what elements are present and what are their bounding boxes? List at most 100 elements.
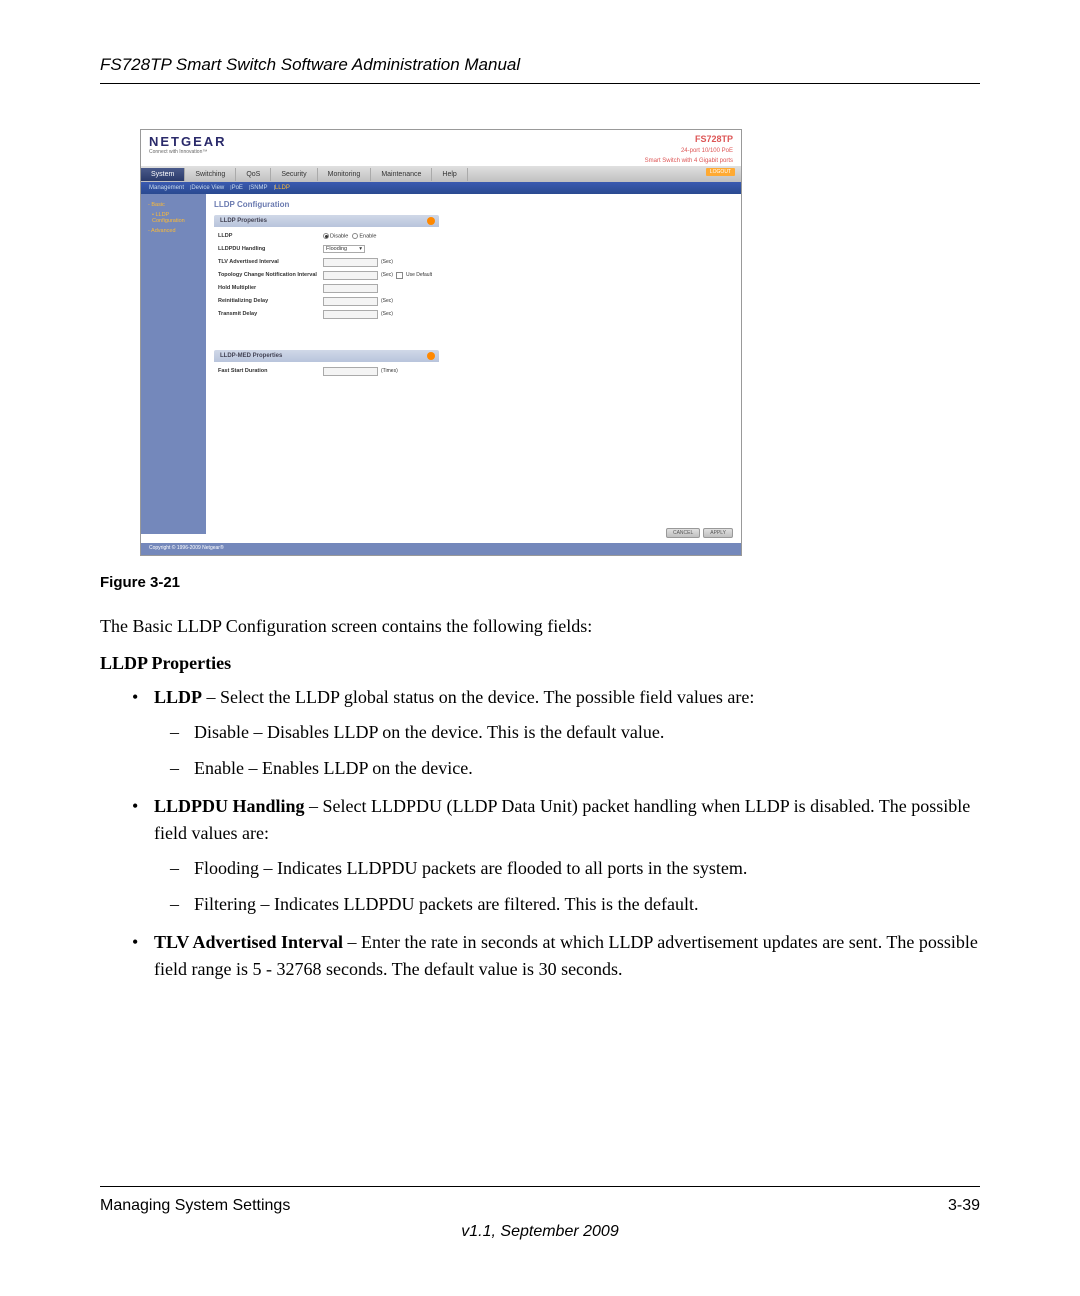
- radio-dot-icon: [352, 233, 358, 239]
- panel-lldp-med-head: LLDP-MED Properties: [214, 350, 439, 362]
- screenshot-figure: NETGEAR Connect with Innovation™ FS728TP…: [140, 129, 742, 556]
- help-icon[interactable]: [427, 352, 435, 360]
- term-tlv: TLV Advertised Interval: [154, 932, 343, 952]
- hold-input[interactable]: [323, 284, 378, 293]
- row-transmit: Transmit Delay (Sec): [218, 309, 470, 319]
- subtab-management[interactable]: Management: [149, 185, 184, 191]
- topology-unit: (Sec): [381, 272, 393, 278]
- radio-dot-icon: [323, 233, 329, 239]
- row-lldp: LLDP Disable Enable: [218, 231, 470, 241]
- footer-section: Managing System Settings: [100, 1197, 290, 1215]
- radio-enable[interactable]: Enable: [352, 233, 376, 239]
- ss-copyright: Copyright © 1996-2009 Netgear®: [141, 543, 741, 555]
- bullet-list: LLDP – Select the LLDP global status on …: [100, 684, 980, 983]
- tab-maintenance[interactable]: Maintenance: [371, 168, 432, 181]
- reinit-unit: (Sec): [381, 298, 393, 304]
- sidebar-lldp-config[interactable]: • LLDP Configuration: [144, 210, 203, 226]
- reinit-label: Reinitializing Delay: [218, 298, 323, 304]
- sub-flooding: Flooding – Indicates LLDPDU packets are …: [154, 855, 980, 883]
- row-hold: Hold Multiplier: [218, 283, 470, 293]
- hold-label: Hold Multiplier: [218, 285, 323, 291]
- header-title: FS728TP Smart Switch Software Administra…: [100, 55, 980, 75]
- sidebar-basic[interactable]: - Basic: [144, 200, 203, 210]
- tab-switching[interactable]: Switching: [185, 168, 236, 181]
- fast-label: Fast Start Duration: [218, 368, 323, 374]
- use-default-checkbox[interactable]: [396, 272, 403, 279]
- sub-enable: Enable – Enables LLDP on the device.: [154, 755, 980, 783]
- topology-label: Topology Change Notification Interval: [218, 272, 323, 278]
- bullet-lldp: LLDP – Select the LLDP global status on …: [100, 684, 980, 783]
- footer-rule: [100, 1186, 980, 1187]
- reinit-input[interactable]: [323, 297, 378, 306]
- panel-lldp-properties-head: LLDP Properties: [214, 215, 439, 227]
- footer-page: 3-39: [948, 1197, 980, 1215]
- use-default-label: Use Default: [406, 272, 432, 278]
- footer-version: v1.1, September 2009: [100, 1223, 980, 1241]
- bullet-tlv: TLV Advertised Interval – Enter the rate…: [100, 929, 980, 983]
- footer-buttons: CANCEL APPLY: [666, 528, 733, 538]
- apply-button[interactable]: APPLY: [703, 528, 733, 538]
- help-icon[interactable]: [427, 217, 435, 225]
- tlv-input[interactable]: [323, 258, 378, 267]
- main-tabs: System Switching QoS Security Monitoring…: [141, 166, 741, 182]
- bullet-handling: LLDPDU Handling – Select LLDPDU (LLDP Da…: [100, 793, 980, 919]
- ss-header: NETGEAR Connect with Innovation™ FS728TP…: [141, 130, 741, 166]
- row-fast-start: Fast Start Duration (Times): [218, 366, 470, 376]
- handling-select[interactable]: Flooding▾: [323, 245, 365, 253]
- radio-disable[interactable]: Disable: [323, 233, 348, 239]
- logout-button[interactable]: LOGOUT: [706, 168, 735, 176]
- panel2-title: LLDP-MED Properties: [220, 353, 282, 359]
- panel2-body: Fast Start Duration (Times): [214, 362, 474, 387]
- fast-input[interactable]: [323, 367, 378, 376]
- term-handling: LLDPDU Handling: [154, 796, 305, 816]
- ss-body: - Basic • LLDP Configuration - Advanced …: [141, 194, 741, 534]
- tlv-unit: (Sec): [381, 259, 393, 265]
- sub-tabs: Management | Device View | PoE | SNMP | …: [141, 182, 741, 194]
- tab-system[interactable]: System: [141, 168, 185, 181]
- tlv-label: TLV Advertised Interval: [218, 259, 323, 265]
- model-sub2: Smart Switch with 4 Gigabit ports: [645, 158, 733, 164]
- handling-label: LLDPDU Handling: [218, 246, 323, 252]
- tab-monitoring[interactable]: Monitoring: [318, 168, 372, 181]
- tab-help[interactable]: Help: [432, 168, 467, 181]
- row-tlv: TLV Advertised Interval (Sec): [218, 257, 470, 267]
- config-page-title: LLDP Configuration: [214, 200, 733, 209]
- figure-caption: Figure 3-21: [100, 574, 980, 591]
- cancel-button[interactable]: CANCEL: [666, 528, 700, 538]
- lldp-label: LLDP: [218, 233, 323, 239]
- fast-unit: (Times): [381, 368, 398, 374]
- row-reinit: Reinitializing Delay (Sec): [218, 296, 470, 306]
- subtab-device-view[interactable]: Device View: [191, 185, 224, 191]
- header-rule: [100, 83, 980, 84]
- content-area: LLDP Configuration LLDP Properties LLDP …: [206, 194, 741, 534]
- panel1-title: LLDP Properties: [220, 218, 267, 224]
- row-topology: Topology Change Notification Interval (S…: [218, 270, 470, 280]
- term-lldp: LLDP: [154, 687, 202, 707]
- model-number: FS728TP: [695, 134, 733, 144]
- subtab-lldp[interactable]: LLDP: [275, 185, 290, 191]
- subtab-snmp[interactable]: SNMP: [250, 185, 267, 191]
- tab-qos[interactable]: QoS: [236, 168, 271, 181]
- topology-input[interactable]: [323, 271, 378, 280]
- text-lldp: – Select the LLDP global status on the d…: [202, 687, 754, 707]
- transmit-label: Transmit Delay: [218, 311, 323, 317]
- page-footer: Managing System Settings 3-39 v1.1, Sept…: [100, 1186, 980, 1241]
- panel1-body: LLDP Disable Enable LLDPDU Handling Floo…: [214, 227, 474, 330]
- chevron-down-icon: ▾: [359, 246, 362, 252]
- section-title: LLDP Properties: [100, 653, 980, 674]
- model-sub1: 24-port 10/100 PoE: [681, 148, 733, 154]
- sidebar: - Basic • LLDP Configuration - Advanced: [141, 194, 206, 534]
- tab-security[interactable]: Security: [271, 168, 317, 181]
- sub-list-lldp: Disable – Disables LLDP on the device. T…: [154, 719, 980, 783]
- transmit-unit: (Sec): [381, 311, 393, 317]
- subtab-poe[interactable]: PoE: [232, 185, 243, 191]
- sub-disable: Disable – Disables LLDP on the device. T…: [154, 719, 980, 747]
- sidebar-advanced[interactable]: - Advanced: [144, 226, 203, 236]
- model-info: FS728TP 24-port 10/100 PoE Smart Switch …: [645, 134, 733, 164]
- footer-row: Managing System Settings 3-39: [100, 1197, 980, 1215]
- transmit-input[interactable]: [323, 310, 378, 319]
- sub-list-handling: Flooding – Indicates LLDPDU packets are …: [154, 855, 980, 919]
- row-handling: LLDPDU Handling Flooding▾: [218, 244, 470, 254]
- intro-text: The Basic LLDP Configuration screen cont…: [100, 613, 980, 639]
- sub-filtering: Filtering – Indicates LLDPDU packets are…: [154, 891, 980, 919]
